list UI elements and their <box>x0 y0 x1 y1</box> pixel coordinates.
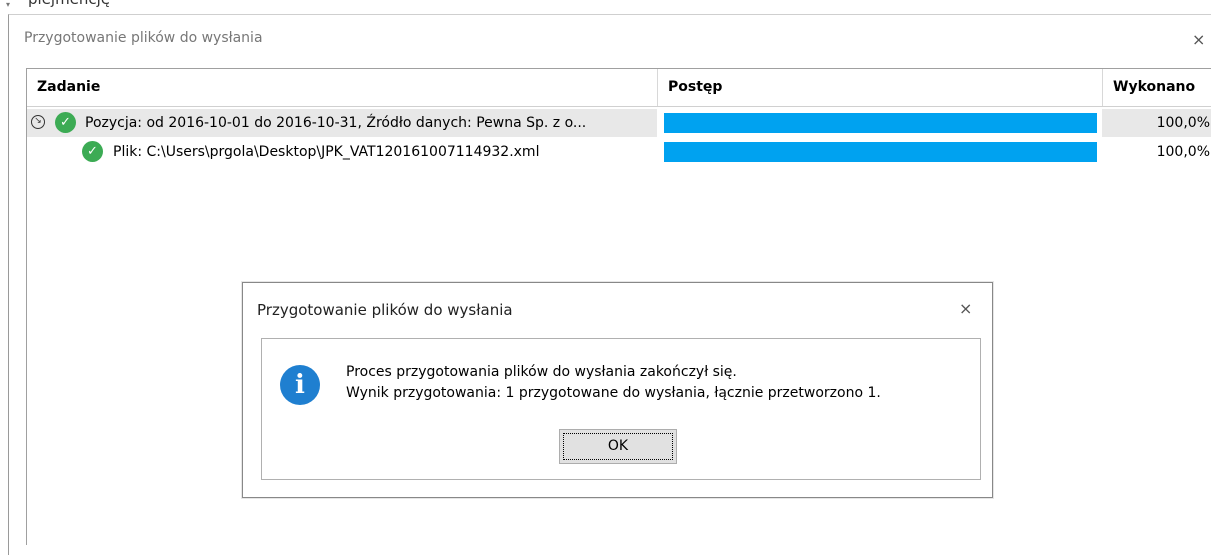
progress-cell <box>657 109 1102 137</box>
progress-bar <box>664 142 1097 162</box>
task-cell: ✓ Plik: C:\Users\prgola\Desktop\JPK_VAT1… <box>27 138 657 166</box>
table-row[interactable]: ↘ ✓ Pozycja: od 2016-10-01 do 2016-10-31… <box>27 109 1211 137</box>
message-dialog: Przygotowanie plików do wysłania × i Pro… <box>242 282 993 498</box>
column-header-wykonano[interactable]: Wykonano <box>1102 69 1211 106</box>
dialog-title: Przygotowanie plików do wysłania <box>257 301 513 319</box>
success-check-icon: ✓ <box>55 112 76 133</box>
done-percent: 100,0% <box>1102 109 1211 137</box>
task-label: Pozycja: od 2016-10-01 do 2016-10-31, Źr… <box>85 115 587 131</box>
task-cell: ↘ ✓ Pozycja: od 2016-10-01 do 2016-10-31… <box>27 109 657 137</box>
success-check-icon: ✓ <box>82 141 103 162</box>
progress-bar-fill <box>664 142 1097 162</box>
top-fragment-text: plejmencję <box>28 0 110 8</box>
ok-button[interactable]: OK <box>559 429 677 464</box>
window-title: Przygotowanie plików do wysłania <box>24 30 263 46</box>
dialog-body: i Proces przygotowania plików do wysłani… <box>261 338 981 480</box>
collapse-toggle-icon[interactable]: ↘ <box>31 115 45 129</box>
dialog-message-line-1: Proces przygotowania plików do wysłania … <box>346 364 737 380</box>
column-header-postep[interactable]: Postęp <box>657 69 1102 106</box>
done-percent: 100,0% <box>1156 144 1210 160</box>
close-icon[interactable]: × <box>1192 30 1205 49</box>
dropdown-marker-icon: ▾ <box>6 0 11 9</box>
progress-bar-fill <box>664 113 1097 133</box>
ok-button-label: OK <box>607 438 629 454</box>
table-row[interactable]: ✓ Plik: C:\Users\prgola\Desktop\JPK_VAT1… <box>27 138 1211 166</box>
grid-header: Zadanie Postęp Wykonano <box>27 69 1211 107</box>
progress-cell <box>657 138 1102 166</box>
info-icon: i <box>280 365 320 405</box>
dialog-message-line-2: Wynik przygotowania: 1 przygotowane do w… <box>346 385 881 401</box>
progress-bar <box>664 113 1097 133</box>
task-label: Plik: C:\Users\prgola\Desktop\JPK_VAT120… <box>113 144 540 160</box>
top-strip: ▾ plejmencję <box>0 0 1211 14</box>
close-icon[interactable]: × <box>959 299 972 318</box>
column-header-zadanie[interactable]: Zadanie <box>27 69 657 106</box>
